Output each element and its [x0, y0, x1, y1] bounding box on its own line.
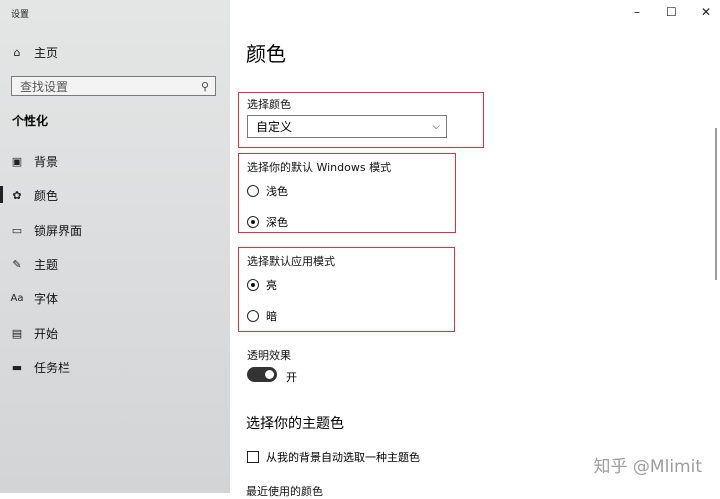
app-mode-label: 选择默认应用模式: [247, 255, 335, 268]
sidebar-item-label: 锁屏界面: [34, 223, 83, 238]
transparency-state: 开: [286, 371, 297, 384]
sidebar-item-lock-screen[interactable]: ▭ 锁屏界面: [0, 216, 230, 244]
sidebar-item-taskbar[interactable]: ▬ 任务栏: [0, 353, 230, 381]
windows-mode-dark-radio[interactable]: 深色: [247, 214, 288, 230]
sidebar-item-fonts[interactable]: Aa 字体: [0, 284, 230, 312]
recent-colors-label: 最近使用的颜色: [246, 485, 323, 498]
radio-label: 浅色: [266, 185, 288, 198]
lock-screen-icon: ▭: [11, 223, 23, 237]
auto-accent-checkbox[interactable]: 从我的背景自动选取一种主题色: [247, 449, 420, 465]
section-title: 个性化: [12, 114, 49, 128]
sidebar-item-themes[interactable]: ✎ 主题: [0, 250, 230, 278]
sidebar-item-label: 主题: [34, 257, 59, 272]
sidebar-item-colors[interactable]: ✿ 颜色: [0, 181, 230, 209]
search-input[interactable]: 查找设置 ⚲: [11, 76, 216, 96]
minimize-button[interactable]: –: [634, 5, 640, 19]
scrollbar[interactable]: [715, 128, 717, 280]
color-dropdown-value: 自定义: [256, 120, 293, 134]
start-icon: ▤: [11, 326, 23, 340]
radio-circle-selected: [247, 279, 259, 291]
sidebar-item-start[interactable]: ▤ 开始: [0, 319, 230, 347]
sidebar-item-label: 开始: [34, 326, 59, 341]
radio-label: 亮: [266, 279, 277, 292]
sidebar-item-label: 字体: [34, 291, 59, 306]
taskbar-icon: ▬: [11, 360, 23, 374]
toggle-knob: [265, 370, 274, 379]
search-icon: ⚲: [200, 79, 209, 93]
accent-title: 选择你的主题色: [246, 416, 344, 432]
palette-icon: ✿: [12, 188, 22, 202]
radio-label: 暗: [266, 310, 277, 323]
windows-mode-label: 选择你的默认 Windows 模式: [247, 161, 392, 174]
sidebar-item-label: 颜色: [34, 188, 59, 203]
app-mode-light-radio[interactable]: 亮: [247, 277, 277, 293]
chevron-down-icon: ⌵: [432, 121, 440, 132]
main-panel: – ☐ ✕ 颜色 选择颜色 自定义 ⌵ 选择你的默认 Windows 模式 浅色…: [230, 0, 720, 498]
sidebar-item-label: 主页: [34, 45, 59, 60]
checkbox-label: 从我的背景自动选取一种主题色: [266, 451, 420, 464]
sidebar-item-label: 任务栏: [34, 360, 71, 375]
home-icon: ⌂: [13, 45, 21, 59]
maximize-button[interactable]: ☐: [666, 5, 677, 19]
close-button[interactable]: ✕: [701, 5, 711, 19]
watermark: 知乎 @Mlimit: [593, 457, 702, 477]
theme-icon: ✎: [12, 257, 22, 271]
image-icon: ▣: [11, 154, 23, 168]
color-dropdown[interactable]: 自定义 ⌵: [247, 115, 447, 138]
search-placeholder: 查找设置: [20, 79, 69, 94]
transparency-toggle[interactable]: [247, 367, 277, 382]
sidebar-item-home[interactable]: ⌂ 主页: [0, 38, 230, 66]
radio-circle: [247, 185, 259, 197]
checkbox-box: [247, 451, 259, 463]
page-title: 颜色: [246, 42, 286, 66]
windows-mode-light-radio[interactable]: 浅色: [247, 183, 288, 199]
choose-color-label: 选择颜色: [247, 98, 291, 111]
sidebar: 设置 ⌂ 主页 查找设置 ⚲ 个性化 ▣ 背景 ✿ 颜色 ▭ 锁屏界面 ✎ 主题…: [0, 0, 230, 493]
radio-circle-selected: [247, 216, 259, 228]
radio-label: 深色: [266, 216, 288, 229]
sidebar-item-label: 背景: [34, 154, 59, 169]
font-icon: Aa: [10, 292, 24, 304]
app-mode-dark-radio[interactable]: 暗: [247, 308, 277, 324]
radio-circle: [247, 310, 259, 322]
transparency-label: 透明效果: [247, 349, 291, 362]
app-title: 设置: [11, 10, 30, 20]
sidebar-item-background[interactable]: ▣ 背景: [0, 147, 230, 175]
